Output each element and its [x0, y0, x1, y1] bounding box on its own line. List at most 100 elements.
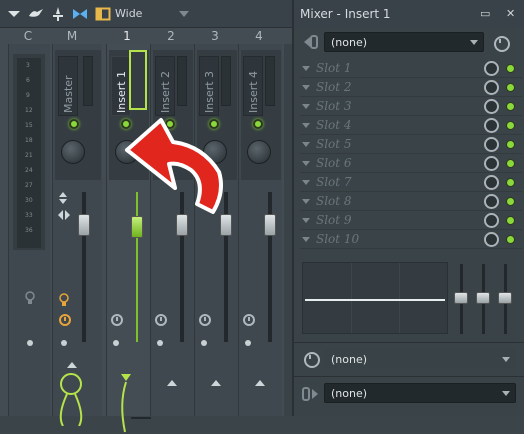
master-name-box[interactable]: Master [58, 56, 78, 116]
menu-arrow-icon[interactable] [6, 6, 22, 22]
route-dot[interactable] [61, 340, 67, 346]
slot-enable-led[interactable] [506, 197, 515, 206]
bowtie-icon[interactable] [72, 6, 88, 22]
stereo-separation-icon[interactable] [58, 192, 68, 204]
effect-slot[interactable]: Slot 8 [300, 193, 522, 211]
clock-icon[interactable] [59, 314, 71, 326]
slot-mix-knob[interactable] [484, 213, 499, 228]
route-up-icon[interactable] [211, 380, 221, 386]
meter-tick: 3 [26, 62, 30, 69]
route-dot[interactable] [113, 340, 119, 346]
slot-enable-led[interactable] [506, 83, 515, 92]
insert-4-volume-fader[interactable] [264, 214, 276, 236]
effect-slot[interactable]: Slot 4 [300, 117, 522, 135]
eq-mid-gain-fader[interactable] [476, 292, 490, 304]
annotation-arrow-icon [125, 118, 223, 214]
slot-mix-knob[interactable] [484, 232, 499, 247]
slot-menu-icon[interactable] [302, 180, 310, 185]
slot-enable-led[interactable] [506, 140, 515, 149]
route-dot[interactable] [157, 340, 163, 346]
clock-icon[interactable] [111, 314, 123, 326]
slot-mix-knob[interactable] [484, 99, 499, 114]
slot-mix-knob[interactable] [484, 80, 499, 95]
eq-high-gain-fader[interactable] [498, 292, 512, 304]
view-mode-label[interactable]: Wide [115, 7, 142, 20]
eq-low-gain-fader[interactable] [454, 292, 468, 304]
insert-2-name-box[interactable]: Insert 2 [155, 56, 175, 116]
slot-menu-icon[interactable] [302, 161, 310, 166]
slot-menu-icon[interactable] [302, 104, 310, 109]
bird-icon[interactable] [28, 6, 44, 22]
slot-menu-icon[interactable] [302, 66, 310, 71]
slot-enable-led[interactable] [506, 102, 515, 111]
slot-menu-icon[interactable] [302, 123, 310, 128]
slot-menu-icon[interactable] [302, 142, 310, 147]
slot-enable-led[interactable] [506, 159, 515, 168]
insert-4-name: Insert 4 [247, 70, 260, 113]
output-select[interactable]: (none) [324, 383, 516, 403]
effect-slot[interactable]: Slot 5 [300, 136, 522, 154]
clock-icon[interactable] [199, 314, 211, 326]
route-dot[interactable] [201, 340, 207, 346]
clock-icon[interactable] [494, 36, 510, 52]
master-volume-fader[interactable] [78, 214, 90, 236]
master-track-column[interactable]: Master [52, 44, 102, 426]
insert-2-track-column[interactable]: Insert 2 [150, 44, 194, 416]
layout-icon[interactable] [95, 6, 111, 22]
clock-icon[interactable] [243, 314, 255, 326]
slot-menu-icon[interactable] [302, 218, 310, 223]
effect-slot[interactable]: Slot 2 [300, 79, 522, 97]
route-up-icon[interactable] [255, 380, 265, 386]
slot-mix-knob[interactable] [484, 137, 499, 152]
insert-4-enable-led[interactable] [253, 119, 263, 129]
effect-slot[interactable]: Slot 10 [300, 231, 522, 249]
route-dot[interactable] [245, 340, 251, 346]
insert-4-track-column[interactable]: Insert 4 [238, 44, 282, 416]
insert-1-track-column[interactable]: Insert 1 [106, 44, 151, 433]
pin-icon[interactable] [50, 6, 66, 22]
slot-menu-icon[interactable] [302, 237, 310, 242]
slot-enable-led[interactable] [506, 216, 515, 225]
slot-enable-led[interactable] [506, 64, 515, 73]
input-icon [304, 35, 318, 49]
mixer-scrollbar[interactable] [284, 44, 292, 416]
view-mode-dropdown-icon[interactable] [179, 11, 189, 17]
route-up-icon[interactable] [167, 380, 177, 386]
master-name: Master [62, 75, 75, 113]
latency-select[interactable]: (none) [324, 349, 516, 369]
slot-mix-knob[interactable] [484, 175, 499, 190]
chevron-down-icon [502, 357, 510, 362]
slot-menu-icon[interactable] [302, 199, 310, 204]
slot-mix-knob[interactable] [484, 118, 499, 133]
slot-enable-led[interactable] [506, 121, 515, 130]
input-select[interactable]: (none) [324, 32, 484, 52]
master-pan-knob[interactable] [61, 140, 85, 164]
clock-icon[interactable] [155, 314, 167, 326]
effect-slot[interactable]: Slot 7 [300, 174, 522, 192]
slot-mix-knob[interactable] [484, 61, 499, 76]
insert-4-name-box[interactable]: Insert 4 [243, 56, 263, 116]
route-dot[interactable] [27, 340, 33, 346]
slot-mix-knob[interactable] [484, 194, 499, 209]
divider [294, 376, 524, 377]
effect-slot[interactable]: Slot 1 [300, 60, 522, 78]
effect-slot[interactable]: Slot 9 [300, 212, 522, 230]
swap-icon[interactable] [58, 210, 70, 220]
close-button[interactable]: ✕ [506, 7, 515, 20]
slot-mix-knob[interactable] [484, 156, 499, 171]
slot-menu-icon[interactable] [302, 85, 310, 90]
effect-slot[interactable]: Slot 6 [300, 155, 522, 173]
track-headers: C M 1 2 3 4 [0, 28, 292, 44]
slot-enable-led[interactable] [506, 235, 515, 244]
insert-1-name-box[interactable]: Insert 1 [111, 56, 131, 116]
eq-display[interactable] [302, 262, 448, 334]
minimize-button[interactable]: ▭ [480, 7, 490, 20]
master-enable-led[interactable] [69, 119, 79, 129]
effect-slot[interactable]: Slot 3 [300, 98, 522, 116]
insert-4-pan-knob[interactable] [247, 140, 271, 164]
insert-3-track-column[interactable]: Insert 3 [194, 44, 238, 416]
slot-label: Slot 9 [316, 213, 352, 227]
slot-enable-led[interactable] [506, 178, 515, 187]
insert-3-name-box[interactable]: Insert 3 [199, 56, 219, 116]
chevron-down-icon [470, 40, 478, 45]
